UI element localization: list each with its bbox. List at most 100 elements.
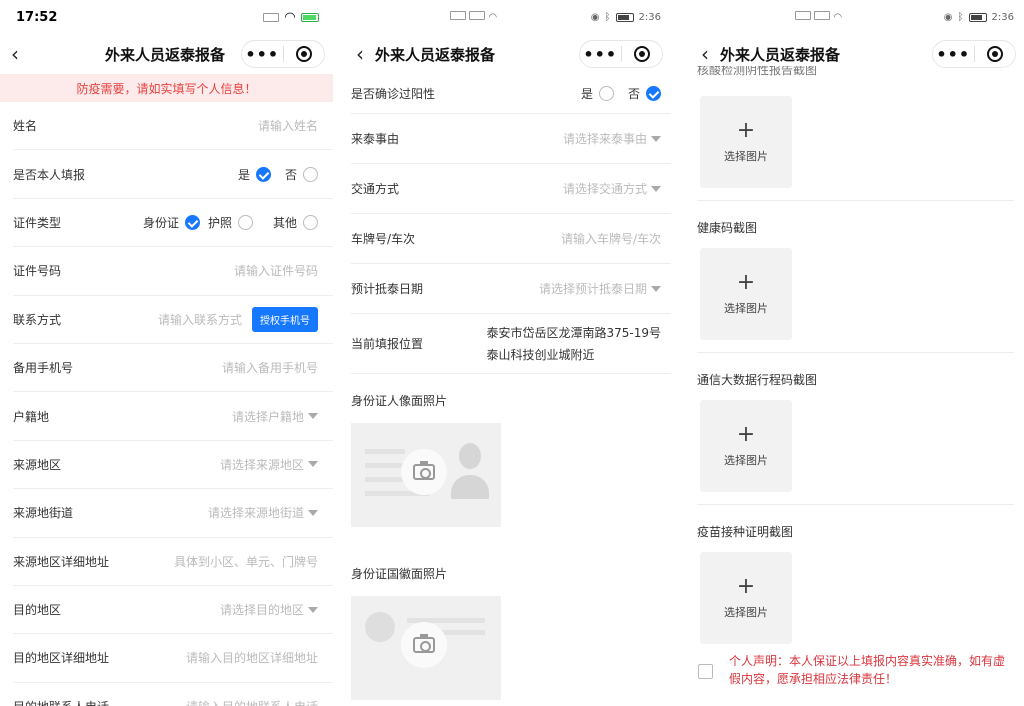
dropdown-arrow-icon [308, 461, 318, 468]
screen-middle: ◠ ◉ ᛒ 2:36 ‹ 外来人员返泰报备 ••• 是否确诊过阳性 是 否 来泰… [345, 0, 671, 706]
wifi-icon: ◠ [285, 9, 295, 25]
upload-health-code-button[interactable]: + 选择图片 [700, 248, 792, 340]
destination-address-input[interactable]: 请输入目的地区详细地址 [186, 649, 318, 666]
radio-unchecked-icon[interactable] [598, 86, 614, 101]
page-title: 外来人员返泰报备 [375, 45, 496, 64]
screen-right: ◠ ◉ ᛒ 2:36 ‹ 外来人员返泰报备 ••• 核酸检测阴性报告截图 + 选… [690, 0, 1024, 706]
radio-unchecked-icon[interactable] [303, 166, 318, 182]
notice-banner: 防疫需要，请如实填写个人信息！ [0, 74, 333, 102]
bluetooth-icon: ᛒ [957, 11, 964, 23]
field-self-report: 是否本人填报 是 否 [13, 150, 333, 199]
declaration: 个人声明：本人保证以上填报内容真实准确，如有虚假内容，愿承担相应法律责任！ [690, 652, 1024, 688]
field-contact: 联系方式 请输入联系方式 授权手机号 [13, 296, 333, 344]
radio-unchecked-icon[interactable] [303, 214, 318, 230]
signal-icon [814, 11, 831, 20]
field-name[interactable]: 姓名 请输入姓名 [13, 102, 333, 151]
positive-no-option[interactable]: 否 [628, 85, 661, 102]
trip-code-label: 通信大数据行程码截图 [697, 373, 818, 387]
origin-select[interactable]: 请选择来源地区 [220, 456, 318, 473]
field-arrival-date[interactable]: 预计抵泰日期 请选择预计抵泰日期 [351, 264, 671, 314]
field-reason[interactable]: 来泰事由 请选择来泰事由 [351, 114, 671, 164]
plus-icon: + [736, 270, 756, 295]
upload-nucleic-button[interactable]: + 选择图片 [700, 96, 792, 188]
status-bar: ◠ ◉ ᛒ 2:36 [345, 0, 671, 34]
more-menu-icon[interactable]: ••• [580, 45, 621, 64]
field-origin-address[interactable]: 来源地区详细地址 具体到小区、单元、门牌号 [13, 538, 333, 586]
authorize-phone-button[interactable]: 授权手机号 [252, 306, 318, 332]
field-id-type: 证件类型 身份证 护照 其他 [13, 199, 333, 248]
transport-select[interactable]: 请选择交通方式 [563, 180, 661, 197]
nav-bar: ‹ 外来人员返泰报备 ••• [345, 34, 671, 74]
destination-phone-input[interactable]: 请输入目的地联系人电话 [186, 698, 318, 706]
field-origin[interactable]: 来源地区 请选择来源地区 [13, 441, 333, 490]
backup-phone-input[interactable]: 请输入备用手机号 [222, 359, 318, 376]
field-transport[interactable]: 交通方式 请选择交通方式 [351, 164, 671, 214]
field-destination[interactable]: 目的地区 请选择目的地区 [13, 586, 333, 635]
field-backup-phone[interactable]: 备用手机号 请输入备用手机号 [13, 344, 333, 393]
back-arrow-icon[interactable]: ‹ [345, 42, 375, 66]
signal-icon [469, 11, 486, 20]
reason-select[interactable]: 请选择来泰事由 [563, 130, 661, 147]
battery-icon [968, 12, 987, 22]
self-yes-option[interactable]: 是 [238, 166, 271, 183]
radio-unchecked-icon[interactable] [237, 214, 253, 230]
idtype-idcard-option[interactable]: 身份证 [143, 214, 200, 231]
status-time: 17:52 [16, 9, 58, 25]
bluetooth-icon: ᛒ [604, 11, 611, 23]
camera-icon [401, 622, 447, 668]
origin-street-select[interactable]: 请选择来源地街道 [208, 504, 318, 521]
field-huji[interactable]: 户籍地 请选择户籍地 [13, 392, 333, 441]
origin-address-input[interactable]: 具体到小区、单元、门牌号 [174, 553, 318, 570]
more-menu-icon[interactable]: ••• [242, 45, 283, 64]
close-program-icon[interactable] [284, 46, 325, 62]
dropdown-arrow-icon [651, 285, 661, 292]
dropdown-arrow-icon [308, 413, 318, 420]
back-arrow-icon[interactable]: ‹ [0, 42, 30, 66]
upload-vaccine-section: 疫苗接种证明截图 + 选择图片 [697, 523, 1024, 644]
vaccine-label: 疫苗接种证明截图 [697, 525, 794, 539]
field-id-number[interactable]: 证件号码 请输入证件号码 [13, 247, 333, 296]
self-no-option[interactable]: 否 [285, 166, 318, 183]
field-plate[interactable]: 车牌号/车次 请输入车牌号/车次 [351, 214, 671, 264]
id-front-label: 身份证人像面照片 [351, 394, 448, 408]
eye-icon: ◉ [943, 11, 953, 23]
field-destination-phone[interactable]: 目的地联系人电话 请输入目的地联系人电话 [13, 683, 333, 706]
mini-program-capsule: ••• [579, 40, 663, 68]
dropdown-arrow-icon [308, 606, 318, 613]
radio-checked-icon[interactable] [646, 86, 661, 101]
id-front-section: 身份证人像面照片 [345, 374, 671, 527]
name-input[interactable]: 请输入姓名 [258, 117, 318, 134]
more-menu-icon[interactable]: ••• [933, 45, 974, 64]
idtype-passport-option[interactable]: 护照 [208, 214, 253, 231]
radio-checked-icon[interactable] [184, 214, 200, 230]
upload-label-cutoff: 核酸检测阴性报告截图 [697, 66, 818, 77]
dropdown-arrow-icon [308, 509, 318, 516]
arrival-date-select[interactable]: 请选择预计抵泰日期 [539, 280, 661, 297]
contact-input[interactable]: 请输入联系方式 [158, 311, 242, 328]
field-current-location: 当前填报位置 泰安市岱岳区龙潭南路375-19号 泰山科技创业城附近 [351, 314, 671, 374]
id-front-upload[interactable] [351, 423, 501, 527]
field-origin-street[interactable]: 来源地街道 请选择来源地街道 [13, 489, 333, 538]
upload-vaccine-button[interactable]: + 选择图片 [700, 552, 792, 644]
close-program-icon[interactable] [622, 46, 663, 62]
field-positive: 是否确诊过阳性 是 否 [351, 74, 671, 114]
upload-trip-code-button[interactable]: + 选择图片 [700, 400, 792, 492]
id-back-upload[interactable] [351, 596, 501, 700]
id-back-label: 身份证国徽面照片 [351, 567, 448, 581]
dropdown-arrow-icon [651, 185, 661, 192]
camera-icon [401, 449, 447, 495]
back-arrow-icon[interactable]: ‹ [690, 42, 720, 66]
destination-select[interactable]: 请选择目的地区 [220, 601, 318, 618]
radio-checked-icon[interactable] [255, 166, 271, 182]
huji-select[interactable]: 请选择户籍地 [232, 408, 318, 425]
declaration-checkbox[interactable] [698, 664, 713, 679]
id-number-input[interactable]: 请输入证件号码 [234, 262, 318, 279]
dropdown-arrow-icon [651, 135, 661, 142]
positive-yes-option[interactable]: 是 [581, 85, 614, 102]
signal-icon [795, 11, 811, 20]
signal-icon [450, 11, 466, 20]
close-program-icon[interactable] [975, 46, 1016, 62]
idtype-other-option[interactable]: 其他 [273, 214, 318, 231]
plate-input[interactable]: 请输入车牌号/车次 [561, 230, 661, 247]
field-destination-address[interactable]: 目的地区详细地址 请输入目的地区详细地址 [13, 634, 333, 683]
